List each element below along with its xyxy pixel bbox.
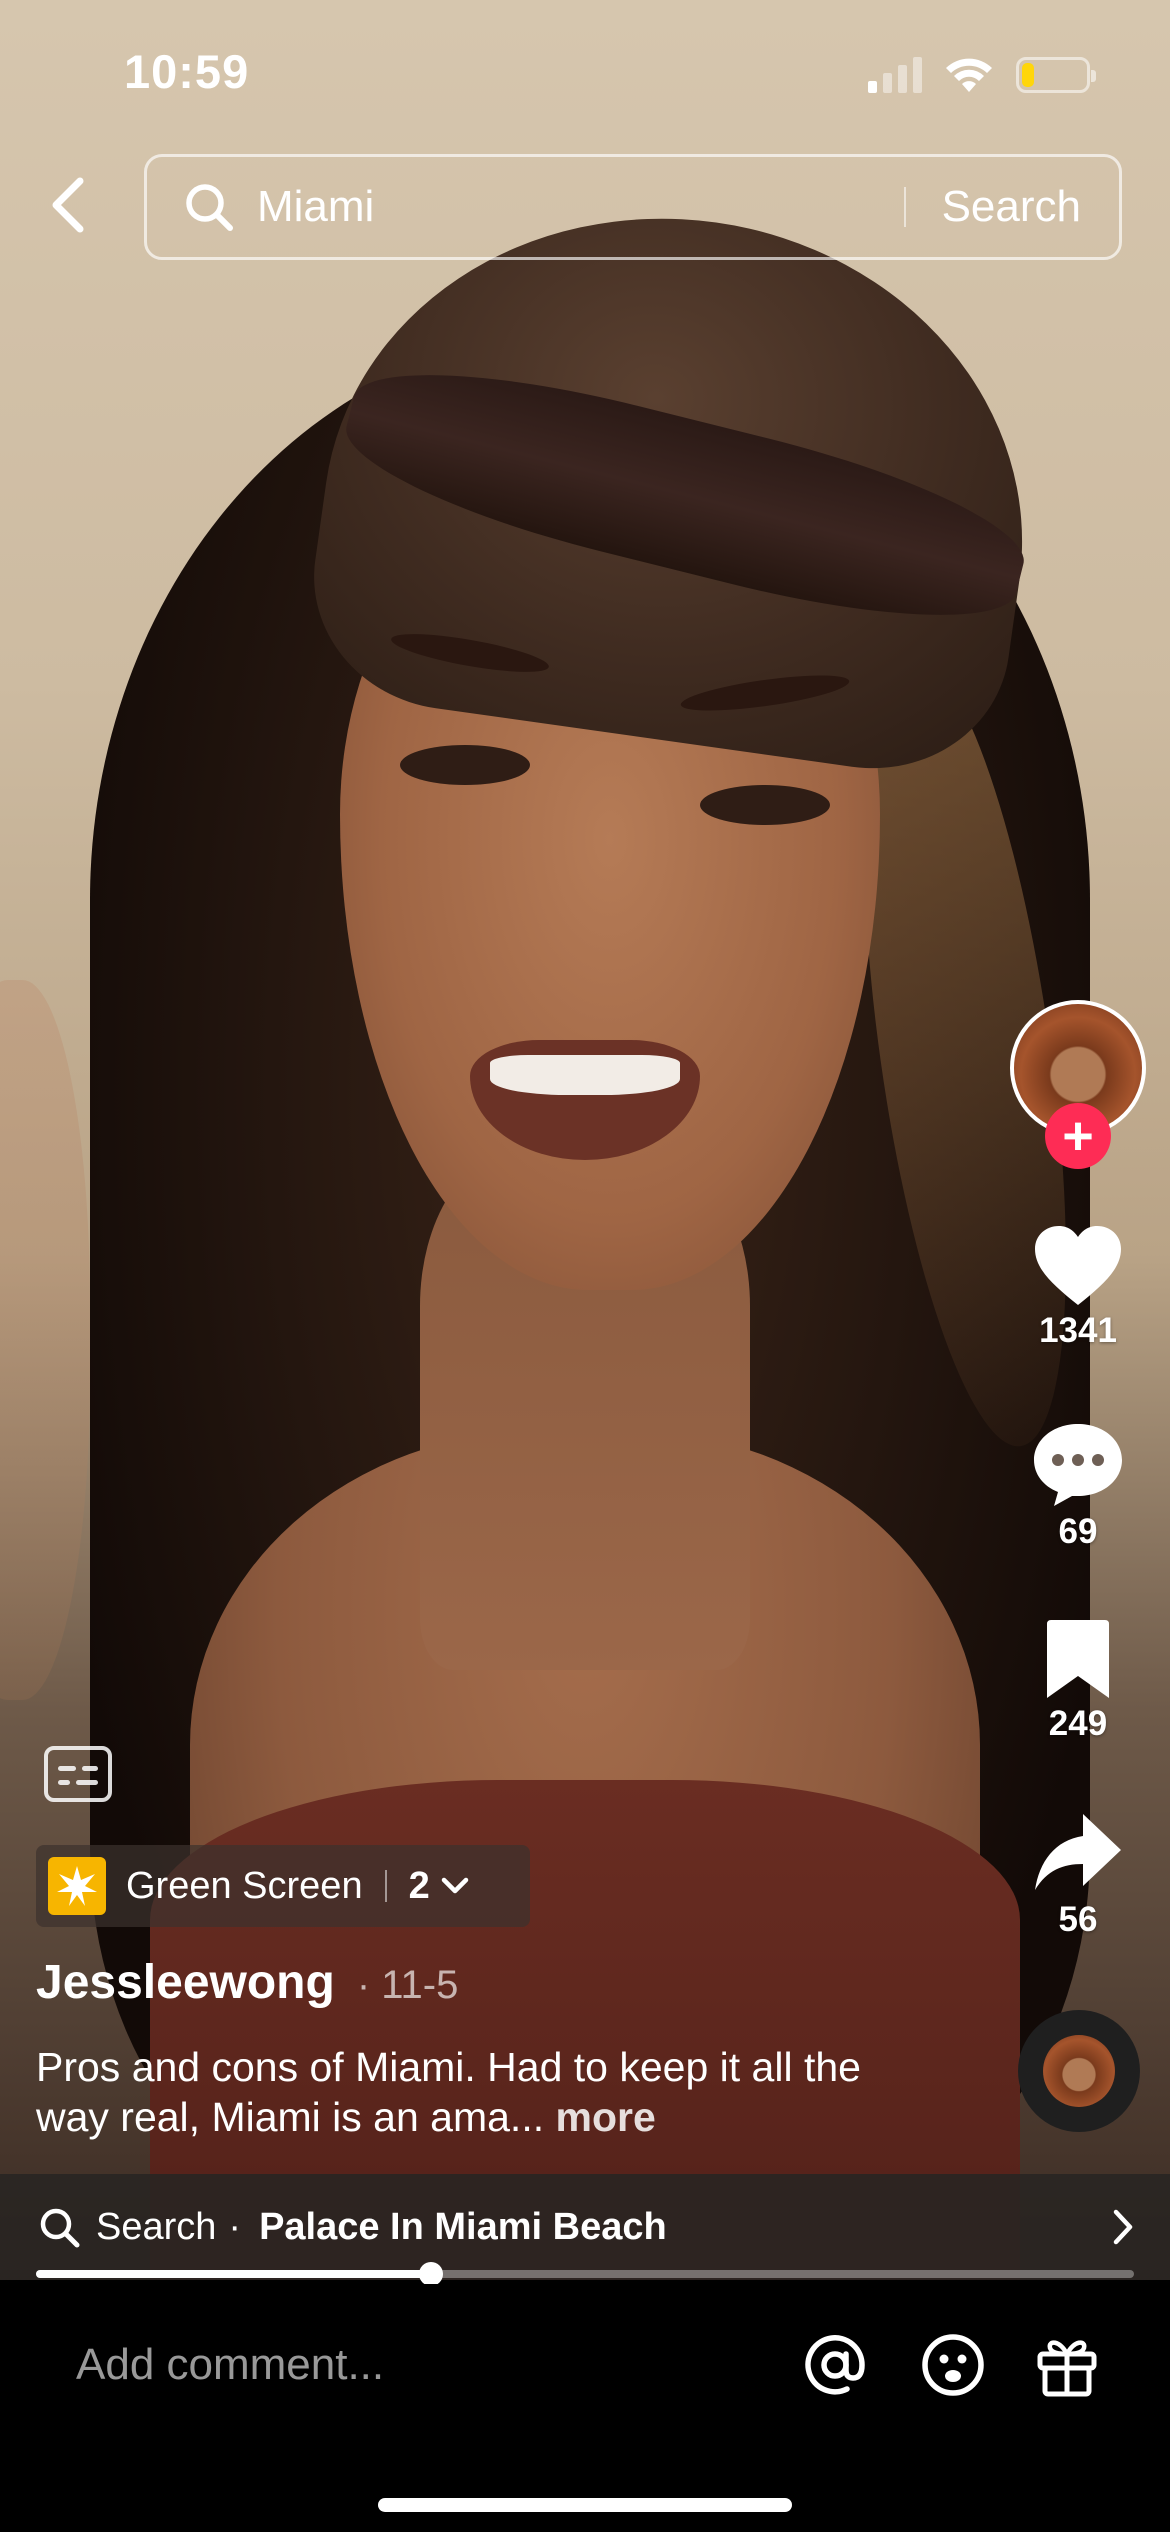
comment-bar: Add comment... bbox=[0, 2284, 1170, 2532]
status-icons bbox=[868, 56, 1096, 94]
effect-chip[interactable]: Green Screen 2 bbox=[36, 1845, 530, 1927]
video-eye-left bbox=[400, 745, 530, 785]
search-icon bbox=[40, 2208, 80, 2248]
status-time: 10:59 bbox=[124, 45, 250, 98]
share-count: 56 bbox=[1058, 1900, 1098, 1939]
caption-more-link[interactable]: more bbox=[544, 2094, 656, 2140]
captions-icon[interactable] bbox=[44, 1746, 112, 1802]
suggestion-term: Palace In Miami Beach bbox=[259, 2205, 667, 2248]
search-query[interactable]: Miami bbox=[257, 182, 904, 232]
post-date: · 11-5 bbox=[356, 1963, 459, 2007]
search-suggestion-bar[interactable]: Search · Palace In Miami Beach bbox=[0, 2174, 1170, 2280]
playback-progress[interactable] bbox=[36, 2262, 1134, 2286]
effect-label: Green Screen bbox=[126, 1864, 363, 1907]
video-player[interactable] bbox=[0, 0, 1170, 2280]
gift-icon[interactable] bbox=[1032, 2330, 1102, 2400]
mention-icon[interactable] bbox=[800, 2330, 870, 2400]
comment-button[interactable]: 69 bbox=[1020, 1422, 1136, 1552]
chevron-left-icon bbox=[52, 177, 84, 233]
save-count: 249 bbox=[1048, 1704, 1108, 1743]
post-caption[interactable]: Pros and cons of Miami. Had to keep it a… bbox=[36, 2042, 916, 2142]
chevron-right-icon bbox=[1112, 2208, 1134, 2251]
share-arrow-icon bbox=[1035, 1814, 1121, 1890]
follow-button[interactable]: + bbox=[1045, 1103, 1111, 1169]
back-button[interactable] bbox=[38, 170, 98, 240]
author-line: Jessleewong · 11-5 bbox=[36, 1955, 458, 2010]
search-field[interactable]: Miami Search bbox=[144, 154, 1122, 260]
save-button[interactable]: 249 bbox=[1020, 1620, 1136, 1744]
effect-separator bbox=[384, 1870, 387, 1902]
home-indicator bbox=[378, 2498, 792, 2512]
search-button[interactable]: Search bbox=[942, 182, 1081, 232]
effect-count: 2 bbox=[408, 1864, 430, 1907]
video-teeth bbox=[490, 1055, 680, 1095]
chevron-down-icon bbox=[440, 1875, 470, 1897]
comment-count: 69 bbox=[1058, 1512, 1098, 1551]
search-icon bbox=[186, 184, 233, 231]
sound-disc[interactable] bbox=[1018, 2010, 1140, 2132]
comment-input[interactable]: Add comment... bbox=[76, 2340, 384, 2390]
battery-level bbox=[1022, 63, 1035, 87]
heart-icon bbox=[1035, 1226, 1121, 1305]
emoji-icon[interactable] bbox=[918, 2330, 988, 2400]
author-name[interactable]: Jessleewong bbox=[36, 1955, 335, 2010]
cellular-signal-icon bbox=[868, 57, 922, 93]
video-hand bbox=[0, 980, 90, 1700]
suggestion-dot: · bbox=[228, 2205, 242, 2248]
sound-disc-cover bbox=[1043, 2035, 1115, 2107]
share-button[interactable]: 56 bbox=[1020, 1812, 1136, 1940]
comment-bubble-icon bbox=[1034, 1424, 1122, 1506]
playback-scrubber[interactable] bbox=[419, 2262, 444, 2286]
playback-progress-fill bbox=[36, 2270, 432, 2278]
wifi-icon bbox=[946, 58, 992, 92]
like-button[interactable]: 1341 bbox=[1020, 1225, 1136, 1351]
caption-text: Pros and cons of Miami. Had to keep it a… bbox=[36, 2044, 861, 2140]
suggestion-label: Search bbox=[96, 2205, 217, 2248]
effect-sparkle-icon bbox=[48, 1857, 106, 1915]
video-eye-right bbox=[700, 785, 830, 825]
battery-icon bbox=[1016, 57, 1096, 93]
like-count: 1341 bbox=[1039, 1311, 1117, 1350]
search-divider bbox=[903, 187, 906, 227]
bookmark-icon bbox=[1047, 1620, 1109, 1698]
